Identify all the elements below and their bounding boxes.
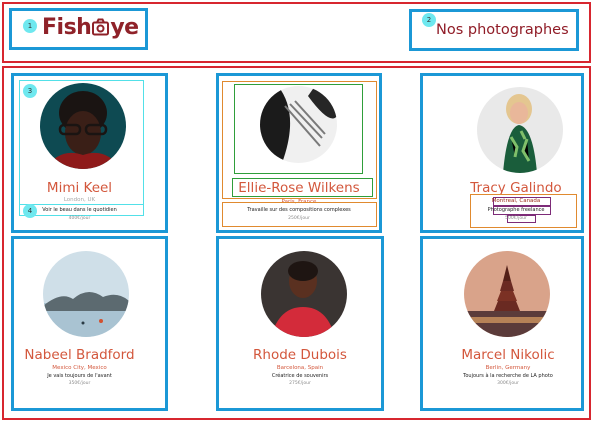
photographer-card[interactable]: Rhode Dubois Barcelona, Spain Créatrice … xyxy=(216,236,384,411)
photographer-tagline: Créatrice de souvenirs xyxy=(271,373,329,379)
photographer-tagline: Voir le beau dans le quotidien xyxy=(42,207,117,213)
logo-text-start: Fish xyxy=(42,15,92,40)
photographer-card[interactable]: Nabeel Bradford Mexico City, Mexico Je v… xyxy=(11,236,168,411)
photographer-name: Marcel Nikolic xyxy=(461,347,555,363)
avatar xyxy=(43,251,129,337)
annotation-badge: 2 xyxy=(422,13,436,27)
photographer-tagline: Je vais toujours de l'avant xyxy=(47,373,112,379)
annotation-badge: 1 xyxy=(23,19,37,33)
photographer-price: 350€/jour xyxy=(68,381,91,386)
photographer-location: London, UK xyxy=(63,197,96,203)
photographer-name: Rhode Dubois xyxy=(253,347,347,363)
photographer-name: Ellie-Rose Wilkens xyxy=(238,180,360,196)
photographer-card[interactable]: Tracy Galindo Montreal, Canada Photograp… xyxy=(420,73,584,233)
photographer-price: 275€/jour xyxy=(289,381,311,386)
camera-icon xyxy=(92,17,110,42)
photographer-tagline: Toujours à la recherche de LA photo xyxy=(463,373,553,379)
logo-text-end: ye xyxy=(110,15,139,40)
avatar xyxy=(261,251,347,337)
logo-link[interactable]: 1 Fish ye xyxy=(9,8,148,50)
photographer-price: 400€/jour xyxy=(68,216,91,221)
avatar xyxy=(477,87,563,173)
photographer-location: Montreal, Canada xyxy=(491,198,541,204)
card-text-outline xyxy=(222,202,377,227)
photographer-card[interactable]: Ellie-Rose Wilkens Paris, France Travail… xyxy=(216,73,382,233)
nav-label: Nos photographes xyxy=(436,22,569,38)
avatar xyxy=(464,251,550,337)
photographer-price: 250€/jour xyxy=(288,216,310,221)
photographer-card[interactable]: 3 Mimi Keel London, UK 4 Voir le beau da… xyxy=(11,73,168,233)
photographer-location: Barcelona, Spain xyxy=(276,365,324,371)
photographer-price: 500€/jour xyxy=(505,216,527,221)
photographer-card[interactable]: Marcel Nikolic Berlin, Germany Toujours … xyxy=(420,236,584,411)
photographer-location: Berlin, Germany xyxy=(485,365,531,371)
photographer-tagline: Travaille sur des compositions complexes xyxy=(247,207,351,213)
avatar xyxy=(40,83,126,169)
annotation-badge: 3 xyxy=(23,84,37,98)
nav-photographers[interactable]: 2 Nos photographes xyxy=(409,9,579,51)
avatar xyxy=(260,86,337,163)
photographer-name: Mimi Keel xyxy=(46,180,113,196)
logo: Fish ye xyxy=(42,15,139,42)
photographer-price: 300€/jour xyxy=(497,381,519,386)
photographer-tagline: Photographe freelance xyxy=(487,207,545,213)
photographer-location: Mexico City, Mexico xyxy=(52,365,107,371)
photographer-name: Nabeel Bradford xyxy=(24,347,135,363)
